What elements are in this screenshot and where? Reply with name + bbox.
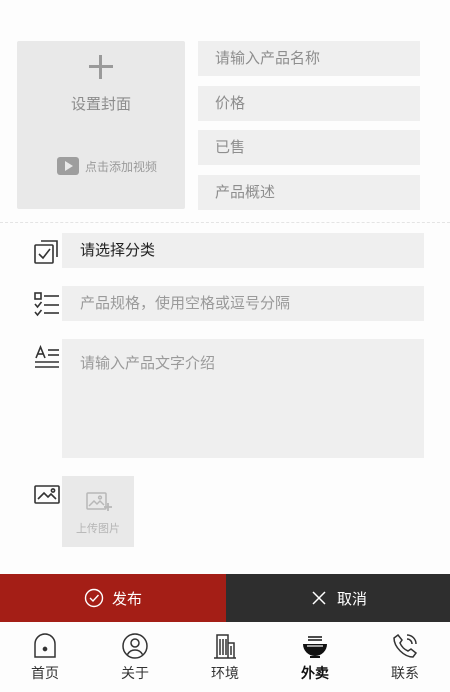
set-cover-label: 设置封面: [70, 95, 131, 113]
tab-contact[interactable]: 联系: [360, 622, 450, 692]
category-checkbox-icon: [34, 238, 60, 264]
tab-takeout-label: 外卖: [301, 666, 329, 682]
section-divider: [0, 222, 450, 223]
checklist-icon: [34, 291, 60, 317]
tab-contact-label: 联系: [391, 666, 419, 682]
product-summary-input[interactable]: 产品概述: [198, 175, 420, 210]
set-cover-button[interactable]: 设置封面 点击添加视频: [17, 41, 185, 209]
image-add-icon: [86, 492, 112, 511]
upload-image-label: 上传图片: [76, 522, 120, 535]
tab-about-label: 关于: [121, 666, 149, 682]
text-format-icon: [34, 344, 60, 370]
cancel-button[interactable]: 取消: [226, 574, 450, 622]
plus-icon: [87, 53, 115, 81]
publish-label: 发布: [111, 589, 142, 608]
building-icon: [214, 634, 236, 659]
tab-environment-label: 环境: [211, 666, 239, 682]
tab-takeout[interactable]: 外卖: [270, 622, 360, 692]
check-circle-icon: [84, 588, 104, 608]
product-name-input[interactable]: 请输入产品名称: [198, 41, 420, 76]
publish-button[interactable]: 发布: [0, 574, 226, 622]
video-play-icon: [57, 157, 79, 175]
sold-input[interactable]: 已售: [198, 130, 420, 165]
phone-icon: [393, 633, 418, 658]
tab-environment[interactable]: 环境: [180, 622, 270, 692]
noodle-bowl-icon: [303, 636, 327, 658]
tab-home-label: 首页: [31, 666, 59, 682]
tab-home[interactable]: 首页: [0, 622, 90, 692]
image-icon: [34, 482, 60, 508]
close-icon: [312, 591, 326, 605]
category-select[interactable]: 请选择分类: [62, 233, 424, 268]
tab-about[interactable]: 关于: [90, 622, 180, 692]
add-video-label: 点击添加视频: [85, 159, 158, 174]
upload-image-button[interactable]: 上传图片: [62, 476, 134, 547]
add-video-button[interactable]: 点击添加视频: [57, 157, 157, 175]
cancel-label: 取消: [336, 589, 367, 608]
product-description-textarea[interactable]: 请输入产品文字介绍: [62, 339, 424, 458]
spec-input[interactable]: 产品规格，使用空格或逗号分隔: [62, 286, 424, 321]
home-icon: [34, 633, 56, 658]
user-icon: [122, 633, 148, 659]
price-input[interactable]: 价格: [198, 86, 420, 121]
bottom-tab-bar: 首页 关于 环境 外卖 联系: [0, 622, 450, 692]
